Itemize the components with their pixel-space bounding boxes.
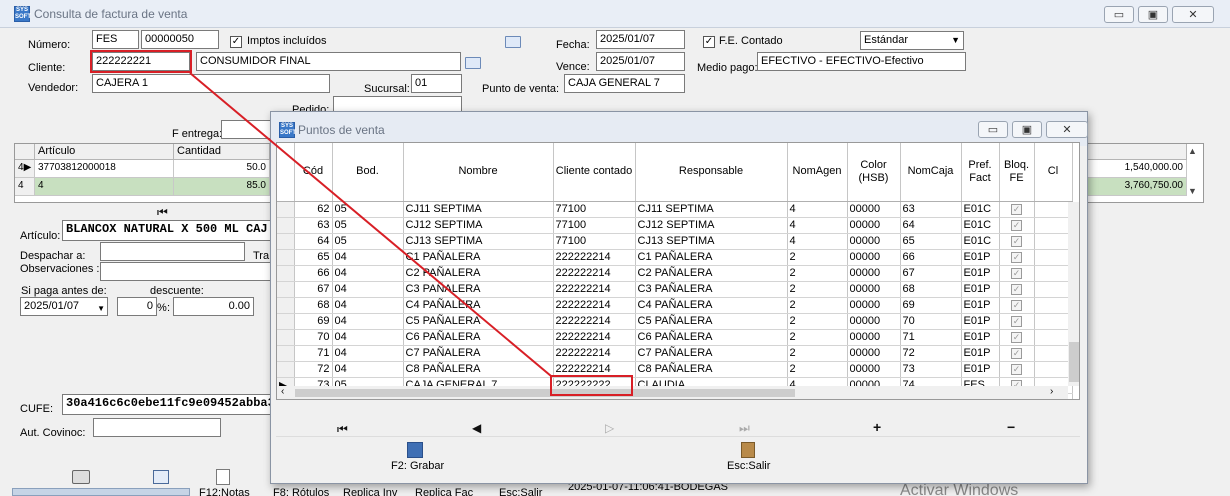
connector-line — [189, 72, 552, 377]
highlight-connector — [189, 72, 552, 377]
